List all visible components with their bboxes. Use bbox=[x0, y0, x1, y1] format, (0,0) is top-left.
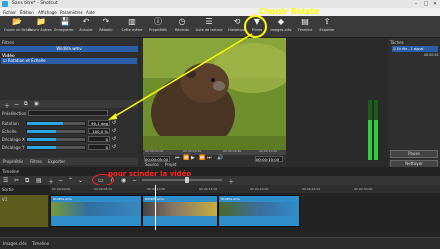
annotation-arrow bbox=[108, 33, 253, 120]
